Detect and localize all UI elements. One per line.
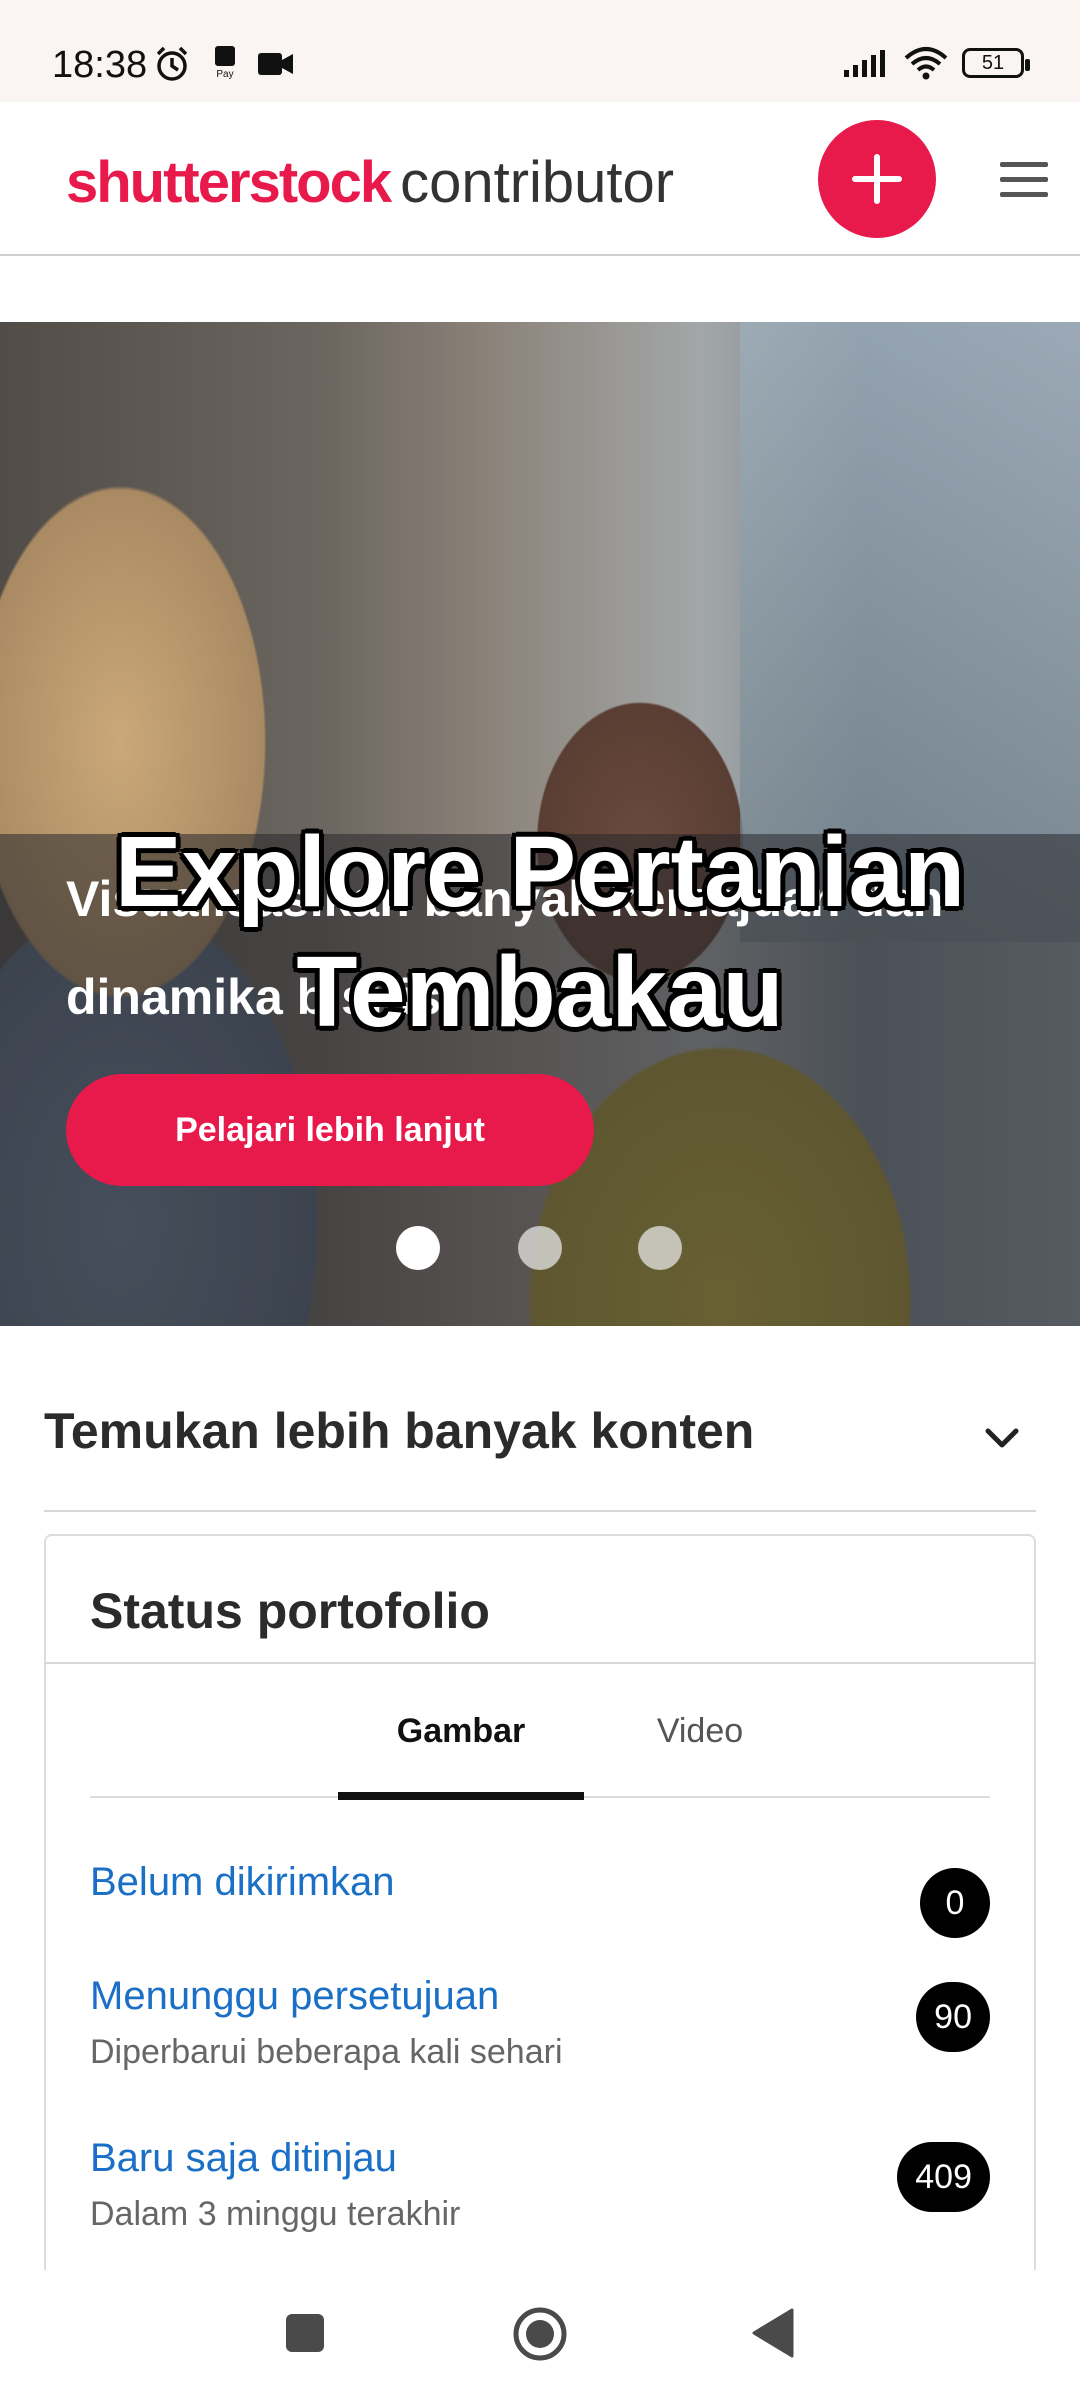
back-triangle-icon[interactable]	[752, 2308, 794, 2358]
alarm-icon	[156, 46, 188, 81]
svg-text:Pay: Pay	[216, 69, 233, 80]
pending-review-note: Diperbarui beberapa kali sehari	[90, 2033, 563, 2071]
learn-more-button[interactable]: Pelajari lebih lanjut	[66, 1074, 594, 1186]
video-camera-icon	[258, 53, 293, 75]
tab-video[interactable]: Video	[610, 1664, 790, 1798]
status-bar: 18:38 Pay 51	[0, 0, 1080, 102]
home-circle-icon[interactable]	[512, 2306, 568, 2362]
signal-icon	[844, 50, 885, 77]
carousel-dots	[0, 1226, 1080, 1270]
battery-level: 51	[981, 51, 1005, 74]
carousel-dot-1[interactable]	[396, 1226, 440, 1270]
discover-more-section[interactable]: Temukan lebih banyak konten	[44, 1366, 1036, 1512]
system-nav-bar	[0, 2270, 1080, 2400]
carousel-dot-3[interactable]	[638, 1226, 682, 1270]
status-row-recently-reviewed: Baru saja ditinjau Dalam 3 minggu terakh…	[90, 2136, 990, 2234]
logo-brand: shutterstock	[66, 150, 392, 215]
logo-product: contributor	[400, 150, 675, 215]
wifi-icon	[904, 47, 948, 80]
not-submitted-count: 0	[920, 1868, 990, 1938]
shutterstock-logo[interactable]: shutterstock contributor	[66, 148, 674, 218]
hero-carousel[interactable]: Visualisasikan banyak kemajuan dan dinam…	[0, 322, 1080, 1326]
hero-overlay-caption: Explore Pertanian Tembakau	[114, 816, 966, 1048]
card-header: Status portofolio	[46, 1536, 1034, 1664]
recents-square-icon[interactable]	[286, 2314, 324, 2352]
discover-title: Temukan lebih banyak konten	[44, 1403, 755, 1459]
chevron-down-icon[interactable]	[982, 1418, 1022, 1458]
carousel-dot-2[interactable]	[518, 1226, 562, 1270]
status-row-pending: Menunggu persetujuan Diperbarui beberapa…	[90, 1974, 990, 2072]
pending-review-link[interactable]: Menunggu persetujuan	[90, 1974, 990, 2019]
recently-reviewed-count: 409	[897, 2142, 990, 2212]
portfolio-tabs: Gambar Video	[90, 1664, 990, 1800]
battery-icon: 51	[962, 48, 1030, 78]
tab-images[interactable]: Gambar	[338, 1664, 584, 1800]
status-row-not-submitted: Belum dikirimkan 0	[90, 1860, 990, 1938]
pending-review-count: 90	[916, 1982, 990, 2052]
status-time: 18:38	[52, 44, 148, 86]
plus-icon	[852, 154, 902, 204]
upload-button[interactable]	[818, 120, 936, 238]
hamburger-menu-icon[interactable]	[1000, 160, 1048, 200]
card-title: Status portofolio	[90, 1583, 490, 1639]
recently-reviewed-link[interactable]: Baru saja ditinjau	[90, 2136, 990, 2181]
portfolio-status-card: Status portofolio Gambar Video Belum dik…	[44, 1534, 1036, 2274]
app-header: shutterstock contributor	[0, 102, 1080, 256]
pay-icon: Pay	[215, 46, 235, 80]
not-submitted-link[interactable]: Belum dikirimkan	[90, 1860, 990, 1905]
recently-reviewed-note: Dalam 3 minggu terakhir	[90, 2195, 461, 2233]
